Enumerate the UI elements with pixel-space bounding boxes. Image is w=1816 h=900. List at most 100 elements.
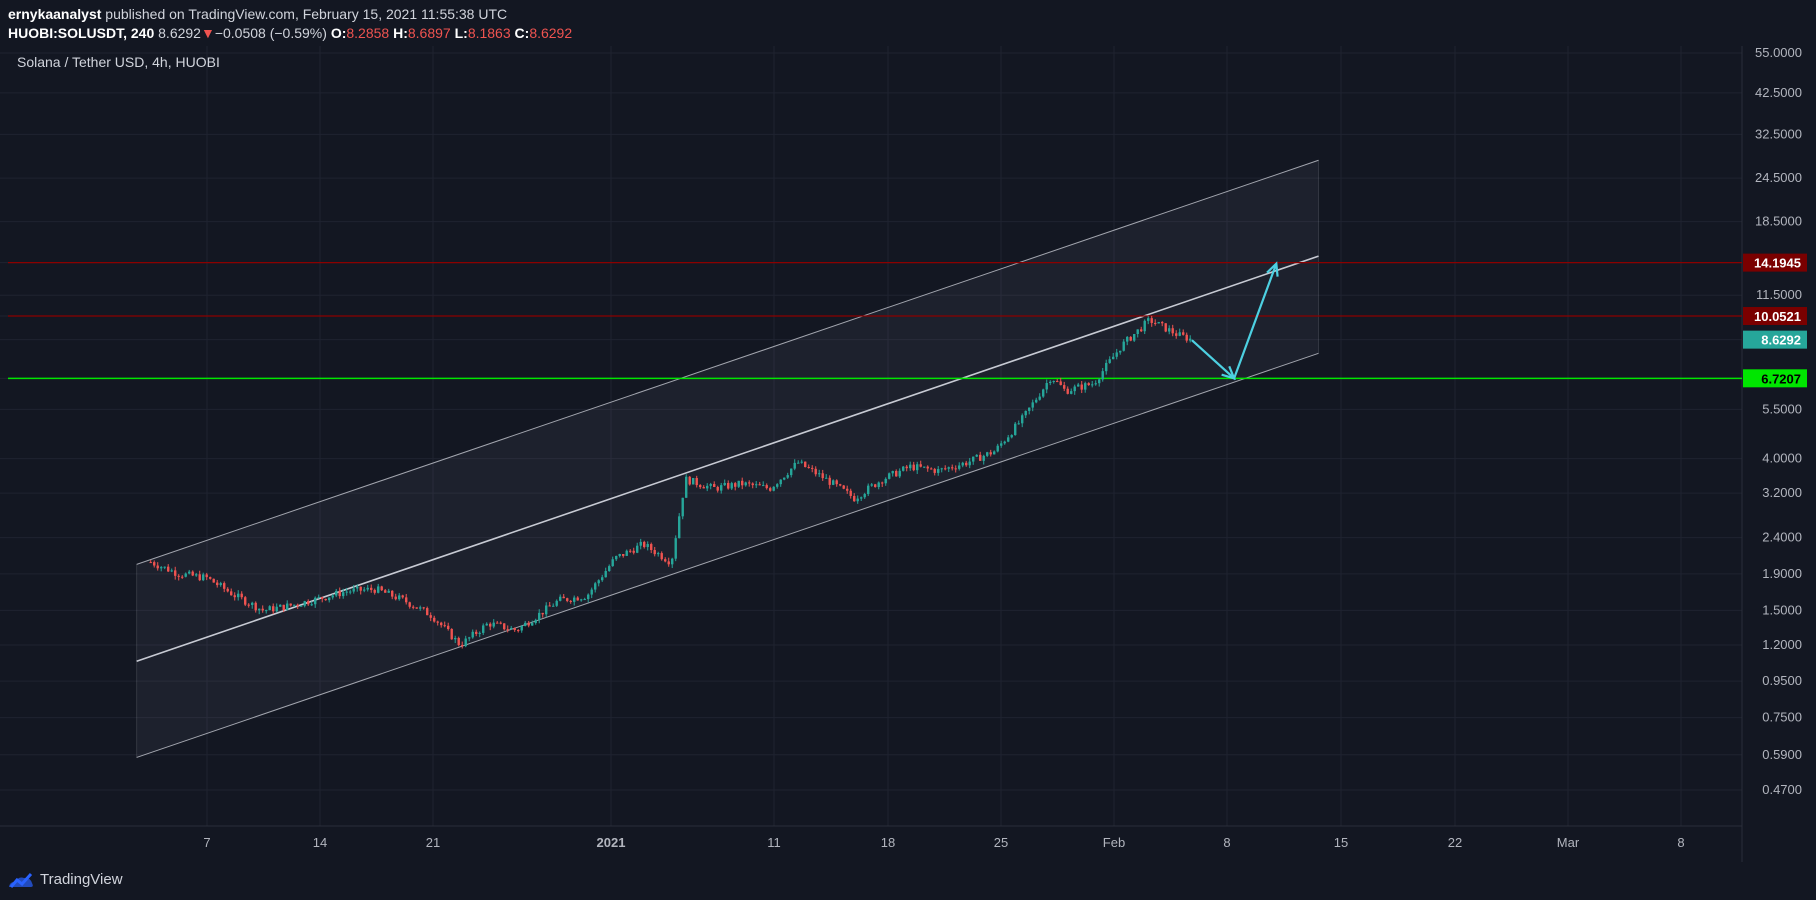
candle-body <box>989 452 992 455</box>
candle-body <box>954 468 957 470</box>
candle-body <box>527 622 530 626</box>
candle-body <box>695 478 698 486</box>
candle-body <box>457 637 460 646</box>
publish-line: ernykaanalyst published on TradingView.c… <box>8 6 507 22</box>
candle-body <box>587 594 590 600</box>
candle-body <box>233 595 236 598</box>
candle-body <box>167 566 170 572</box>
candle-body <box>674 538 677 559</box>
candle-body <box>429 615 432 618</box>
price-tick-label: 1.2000 <box>1762 637 1802 652</box>
ohlc-line: HUOBI:SOLUSDT, 240 8.6292▼−0.0508 (−0.59… <box>8 25 572 41</box>
candle-body <box>478 632 481 634</box>
candle-body <box>902 466 905 471</box>
candle-body <box>779 479 782 485</box>
candle-body <box>510 628 513 630</box>
candle-body <box>216 582 219 586</box>
candle-body <box>846 488 849 491</box>
candle-body <box>611 559 614 567</box>
candle-body <box>653 550 656 555</box>
price-tick-label: 5.5000 <box>1762 401 1802 416</box>
price-tick-label: 3.2000 <box>1762 485 1802 500</box>
candle-body <box>870 484 873 486</box>
time-tick-label: 18 <box>881 835 895 850</box>
candle-body <box>1084 383 1087 390</box>
candle-body <box>1080 384 1083 390</box>
candle-body <box>1147 318 1150 321</box>
price-tick-label: 1.9000 <box>1762 566 1802 581</box>
candle-body <box>622 554 625 556</box>
candle-body <box>755 484 758 486</box>
candle-body <box>1136 329 1139 335</box>
symbol-label[interactable]: HUOBI:SOLUSDT, 240 <box>8 25 154 41</box>
candle-body <box>223 583 226 589</box>
candle-body <box>765 485 768 489</box>
price-tick-label: 1.5000 <box>1762 602 1802 617</box>
candle-body <box>384 590 387 593</box>
candle-body <box>275 606 278 612</box>
candle-body <box>692 478 695 485</box>
footer: TradingView <box>0 862 1816 900</box>
candle-body <box>296 604 299 606</box>
tradingview-logo[interactable]: TradingView <box>8 871 123 888</box>
candle-body <box>426 608 429 616</box>
candle-body <box>380 586 383 591</box>
candle-body <box>447 625 450 629</box>
candle-body <box>517 630 520 632</box>
time-axis[interactable]: 7 14 21 2021 11 18 25 Feb 8 15 22 Mar 8 <box>203 835 1684 850</box>
candle-body <box>748 482 751 484</box>
candle-body <box>1101 371 1104 380</box>
candle-body <box>590 589 593 595</box>
author-name[interactable]: ernykaanalyst <box>8 6 101 22</box>
candle-body <box>639 541 642 546</box>
candle-body <box>352 588 355 592</box>
candle-body <box>580 599 583 601</box>
candle-body <box>685 476 688 498</box>
candle-body <box>188 571 191 574</box>
candle-body <box>993 451 996 455</box>
candle-body <box>1168 328 1171 332</box>
candle-body <box>961 462 964 466</box>
candle-body <box>965 462 968 466</box>
candle-body <box>240 593 243 598</box>
candle-body <box>1182 332 1185 335</box>
candle-body <box>888 473 891 479</box>
candle-body <box>629 550 632 552</box>
price-tick-label: 11.5000 <box>1756 287 1802 302</box>
candle-body <box>762 485 765 487</box>
candle-body <box>1108 359 1111 363</box>
candle-body <box>370 587 373 590</box>
price-axis[interactable]: 55.0000 42.5000 32.5000 24.5000 18.5000 11.50… <box>1755 46 1802 797</box>
time-tick-label: 22 <box>1448 835 1462 850</box>
candle-body <box>1091 384 1094 386</box>
price-tick-label: 0.5900 <box>1762 747 1802 762</box>
candle-body <box>905 466 908 469</box>
candle-body <box>1150 318 1153 323</box>
candle-body <box>863 494 866 498</box>
candle-body <box>860 497 863 499</box>
candle-body <box>254 602 257 611</box>
candle-body <box>545 605 548 615</box>
candle-body <box>706 485 709 489</box>
candle-body <box>597 580 600 584</box>
high-label: H: <box>393 25 408 41</box>
candle-body <box>268 606 271 611</box>
price-chart[interactable]: Solana / Tether USD, 4h, HUOBI 55.0000 42… <box>0 46 1816 862</box>
price-tick-label: 18.5000 <box>1755 214 1802 229</box>
candle-body <box>345 591 348 593</box>
price-tick-label: 2.4000 <box>1762 530 1802 545</box>
candle-body <box>538 612 541 620</box>
candle-body <box>1007 437 1010 442</box>
candle-body <box>702 487 705 489</box>
candle-body <box>772 486 775 491</box>
candle-body <box>671 558 674 565</box>
time-tick-label: Feb <box>1103 835 1125 850</box>
candle-body <box>342 592 345 597</box>
candle-body <box>1028 407 1031 411</box>
candle-body <box>338 590 341 597</box>
candle-body <box>303 601 306 606</box>
candle-body <box>181 576 184 578</box>
candle-body <box>391 590 394 597</box>
time-tick-label: 21 <box>426 835 440 850</box>
price-tick-label: 24.5000 <box>1755 170 1802 185</box>
